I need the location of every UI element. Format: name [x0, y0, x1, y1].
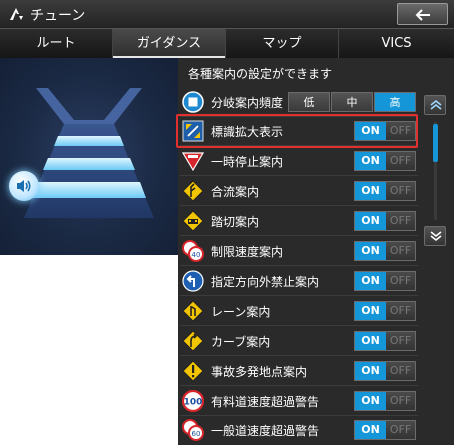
- toll-speed-warning-toggle[interactable]: ON OFF: [354, 391, 416, 411]
- general-speed-warning-row: 60 一般道速度超過警告 ON OFF: [180, 415, 418, 445]
- stop-sign-icon: [182, 152, 204, 172]
- svg-text:100: 100: [184, 398, 203, 408]
- frequency-high-option[interactable]: 高: [374, 92, 416, 112]
- tune-icon: [10, 8, 23, 20]
- page-title: チューン: [30, 8, 86, 24]
- tab-route[interactable]: ルート: [0, 29, 113, 58]
- accident-guidance-label: 事故多発地点案内: [211, 365, 308, 379]
- direction-restriction-toggle[interactable]: ON OFF: [354, 271, 416, 291]
- branch-frequency-label: 分岐案内頻度: [211, 96, 284, 110]
- railroad-guidance-row: 踏切案内 ON OFF: [180, 206, 418, 236]
- branch-frequency-selector: 低 中 高: [288, 92, 416, 112]
- accident-guidance-toggle[interactable]: ON OFF: [354, 361, 416, 381]
- toggle-off-label: OFF: [386, 392, 415, 410]
- merge-sign-icon: [182, 180, 204, 202]
- toggle-on-label: ON: [355, 152, 386, 170]
- voice-button[interactable]: [9, 171, 39, 201]
- toggle-on-label: ON: [355, 182, 386, 200]
- toggle-off-label: OFF: [386, 362, 415, 380]
- lane-guidance-toggle[interactable]: ON OFF: [354, 301, 416, 321]
- scroll-up-button[interactable]: [424, 95, 446, 115]
- toggle-on-label: ON: [355, 421, 386, 439]
- curve-guidance-toggle[interactable]: ON OFF: [354, 331, 416, 351]
- selection-highlight: [176, 114, 418, 148]
- direction-restriction-row: 指定方向外禁止案内 ON OFF: [180, 266, 418, 296]
- railroad-crossing-icon: [182, 210, 204, 232]
- settings-header: 各種案内の設定ができます: [188, 67, 333, 81]
- toggle-off-label: OFF: [386, 212, 415, 230]
- speed-60-icon: 60: [182, 419, 204, 441]
- road-illustration-icon: [24, 88, 154, 218]
- merge-guidance-toggle[interactable]: ON OFF: [354, 181, 416, 201]
- toggle-on-label: ON: [355, 362, 386, 380]
- speed-limit-row: 40 制限速度案内 ON OFF: [180, 236, 418, 266]
- railroad-guidance-label: 踏切案内: [211, 215, 260, 229]
- lane-sign-icon: [182, 300, 204, 322]
- guidance-illustration: [0, 58, 178, 255]
- toggle-off-label: OFF: [386, 272, 415, 290]
- toggle-on-label: ON: [355, 212, 386, 230]
- general-speed-warning-toggle[interactable]: ON OFF: [354, 420, 416, 440]
- toggle-on-label: ON: [355, 272, 386, 290]
- merge-guidance-row: 合流案内 ON OFF: [180, 176, 418, 206]
- railroad-guidance-toggle[interactable]: ON OFF: [354, 211, 416, 231]
- svg-text:60: 60: [192, 430, 201, 438]
- accident-guidance-row: 事故多発地点案内 ON OFF: [180, 356, 418, 386]
- toggle-off-label: OFF: [386, 152, 415, 170]
- scroll-down-button[interactable]: [424, 226, 446, 246]
- chevron-up-icon: [430, 99, 442, 110]
- scrollbar-thumb[interactable]: [433, 124, 438, 162]
- toggle-off-label: OFF: [386, 332, 415, 350]
- speed-limit-toggle[interactable]: ON OFF: [354, 241, 416, 261]
- curve-guidance-label: カーブ案内: [211, 335, 271, 349]
- toggle-off-label: OFF: [386, 302, 415, 320]
- back-arrow-icon: [415, 9, 430, 21]
- frequency-low-option[interactable]: 低: [288, 92, 330, 112]
- speed-limit-label: 制限速度案内: [211, 245, 284, 259]
- branch-frequency-row: 分岐案内頻度 低 中 高: [180, 87, 418, 117]
- general-speed-warning-label: 一般道速度超過警告: [211, 424, 320, 438]
- toggle-on-label: ON: [355, 242, 386, 260]
- lane-guidance-label: レーン案内: [211, 305, 271, 319]
- direction-restriction-label: 指定方向外禁止案内: [211, 275, 320, 289]
- frequency-mid-option[interactable]: 中: [331, 92, 373, 112]
- tab-map[interactable]: マップ: [226, 29, 339, 58]
- toggle-off-label: OFF: [386, 182, 415, 200]
- direction-sign-icon: [182, 270, 204, 292]
- stop-guidance-toggle[interactable]: ON OFF: [354, 151, 416, 171]
- speed-limit-icon: 40: [182, 240, 204, 262]
- curve-sign-icon: [182, 330, 204, 352]
- toggle-on-label: ON: [355, 392, 386, 410]
- branch-frequency-icon: [182, 91, 204, 113]
- toggle-off-label: OFF: [386, 421, 415, 439]
- tab-bar: ルート ガイダンス マップ VICS: [0, 29, 454, 58]
- toll-speed-warning-label: 有料道速度超過警告: [211, 395, 320, 409]
- warning-sign-icon: [182, 360, 204, 382]
- toggle-on-label: ON: [355, 332, 386, 350]
- title-bar: チューン: [0, 0, 454, 29]
- stop-guidance-label: 一時停止案内: [211, 155, 284, 169]
- lane-guidance-row: レーン案内 ON OFF: [180, 296, 418, 326]
- tab-guidance[interactable]: ガイダンス: [113, 29, 226, 58]
- merge-guidance-label: 合流案内: [211, 185, 260, 199]
- toggle-off-label: OFF: [386, 242, 415, 260]
- speaker-icon: [17, 180, 31, 192]
- stop-guidance-row: 一時停止案内 ON OFF: [180, 146, 418, 176]
- curve-guidance-row: カーブ案内 ON OFF: [180, 326, 418, 356]
- back-button[interactable]: [397, 3, 448, 25]
- svg-text:40: 40: [192, 251, 201, 259]
- tab-vics[interactable]: VICS: [339, 29, 454, 58]
- toggle-on-label: ON: [355, 302, 386, 320]
- toll-speed-warning-row: 100 有料道速度超過警告 ON OFF: [180, 386, 418, 416]
- chevron-down-icon: [430, 231, 442, 242]
- speed-100-icon: 100: [182, 390, 204, 412]
